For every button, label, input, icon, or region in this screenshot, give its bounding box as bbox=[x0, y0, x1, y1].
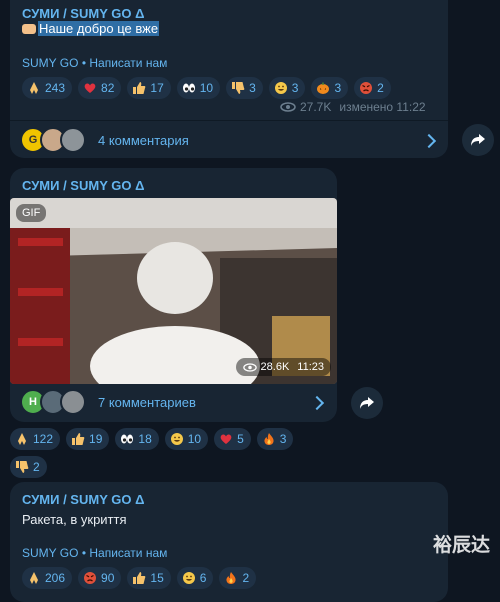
commenter-avatars: H bbox=[20, 389, 86, 415]
pray-icon bbox=[15, 432, 29, 446]
reaction-pill[interactable]: 18 bbox=[115, 428, 159, 450]
commenter-avatars: G bbox=[20, 127, 86, 153]
reaction-pill[interactable]: 19 bbox=[66, 428, 110, 450]
views-text: 27.7K bbox=[300, 100, 332, 114]
thumbs-down-icon bbox=[231, 81, 245, 95]
divider bbox=[10, 120, 448, 121]
reaction-pill[interactable]: 206 bbox=[22, 567, 73, 589]
reaction-count: 10 bbox=[199, 81, 214, 95]
share-arrow-icon bbox=[471, 134, 485, 146]
reaction-count: 17 bbox=[150, 81, 164, 95]
message-text: Наше добро це вже bbox=[22, 21, 160, 36]
gif-player[interactable]: GIF 28.6K 11:23 bbox=[10, 198, 337, 384]
angry-face-icon bbox=[359, 81, 373, 95]
reaction-count: 19 bbox=[89, 432, 103, 446]
heart-icon bbox=[219, 432, 233, 446]
reaction-pill[interactable]: 90 bbox=[78, 567, 122, 589]
edited-text: изменено 11:22 bbox=[339, 100, 426, 114]
reaction-count: 3 bbox=[249, 81, 256, 95]
watermark: 裕辰达 bbox=[432, 534, 490, 556]
reaction-pill[interactable]: 243 bbox=[22, 77, 73, 99]
reaction-pill[interactable]: 2 bbox=[10, 456, 47, 478]
write-to-us-link[interactable]: Написати нам bbox=[89, 546, 167, 560]
reaction-pill[interactable]: 82 bbox=[78, 77, 122, 99]
reaction-pill[interactable]: 2 bbox=[354, 77, 391, 99]
share-arrow-icon bbox=[360, 397, 374, 409]
bullet-separator: • bbox=[81, 546, 87, 560]
footer-channel-link[interactable]: SUMY GO bbox=[22, 56, 78, 70]
reactions-bar: 122 19 18 10 5 3 2 bbox=[10, 428, 330, 478]
reaction-pill[interactable]: 2 bbox=[219, 567, 257, 589]
share-button[interactable] bbox=[462, 124, 494, 156]
avatar bbox=[60, 127, 86, 153]
heart-icon bbox=[83, 81, 97, 95]
reactions-bar: 243 82 17 10 3 3 3 2 bbox=[22, 77, 442, 99]
reaction-count: 5 bbox=[237, 432, 244, 446]
eye-icon bbox=[242, 362, 257, 372]
reaction-pill[interactable]: 3 bbox=[311, 77, 349, 99]
reaction-count: 10 bbox=[187, 432, 202, 446]
message-footer: SUMY GO • Написати нам bbox=[22, 546, 167, 560]
reaction-count: 3 bbox=[334, 81, 342, 95]
grin-icon bbox=[274, 81, 288, 95]
reaction-pill[interactable]: 122 bbox=[10, 428, 61, 450]
eyes-icon bbox=[182, 81, 196, 95]
reaction-count: 3 bbox=[291, 81, 299, 95]
reaction-pill[interactable]: 3 bbox=[226, 77, 263, 99]
gif-badge: GIF bbox=[16, 204, 47, 222]
bullet-separator: • bbox=[81, 56, 87, 70]
reaction-pill[interactable]: 17 bbox=[127, 77, 171, 99]
eyes-icon bbox=[120, 432, 134, 446]
reaction-pill[interactable]: 10 bbox=[176, 77, 221, 99]
fire-icon bbox=[262, 432, 276, 446]
pray-icon bbox=[27, 81, 41, 95]
pumpkin-icon bbox=[316, 81, 330, 95]
writing-hand-icon bbox=[22, 24, 36, 34]
reaction-count: 18 bbox=[138, 432, 152, 446]
message-footer: SUMY GO • Написати нам bbox=[22, 56, 167, 70]
reaction-pill[interactable]: 6 bbox=[176, 567, 214, 589]
reaction-pill[interactable]: 5 bbox=[214, 428, 251, 450]
gif-frame bbox=[10, 198, 337, 384]
reaction-pill[interactable]: 15 bbox=[127, 567, 171, 589]
comments-button[interactable]: G 4 комментария bbox=[20, 127, 440, 153]
write-to-us-link[interactable]: Написати нам bbox=[89, 56, 167, 70]
eye-icon bbox=[280, 102, 296, 112]
share-button[interactable] bbox=[351, 387, 383, 419]
message-text: Ракета, в укриття bbox=[22, 512, 127, 527]
channel-name[interactable]: СУМИ / SUMY GO Δ bbox=[22, 178, 144, 193]
reaction-count: 2 bbox=[377, 81, 384, 95]
avatar bbox=[60, 389, 86, 415]
reaction-pill[interactable]: 3 bbox=[268, 77, 306, 99]
reaction-count: 243 bbox=[45, 81, 66, 95]
thumbs-up-icon bbox=[71, 432, 85, 446]
reaction-pill[interactable]: 3 bbox=[256, 428, 294, 450]
reaction-pill[interactable]: 10 bbox=[164, 428, 209, 450]
channel-name[interactable]: СУМИ / SUMY GO Δ bbox=[22, 492, 144, 507]
comments-button[interactable]: H 7 комментариев bbox=[20, 389, 330, 415]
grin-icon bbox=[170, 432, 184, 446]
comments-count: 4 комментария bbox=[98, 132, 189, 148]
message-text-content: Наше добро це вже bbox=[38, 21, 160, 36]
gif-views: 28.6K bbox=[260, 361, 290, 373]
reaction-count: 2 bbox=[33, 460, 40, 474]
reaction-count: 82 bbox=[101, 81, 115, 95]
reaction-count: 122 bbox=[33, 432, 54, 446]
thumbs-up-icon bbox=[132, 81, 146, 95]
view-count: 27.7K изменено 11:22 bbox=[280, 100, 426, 114]
reaction-count: 3 bbox=[279, 432, 287, 446]
reactions-bar: 206 90 15 6 2 bbox=[22, 567, 442, 589]
gif-meta: 28.6K 11:23 bbox=[235, 358, 331, 376]
footer-channel-link[interactable]: SUMY GO bbox=[22, 546, 78, 560]
gif-time: 11:23 bbox=[297, 361, 324, 373]
comments-count: 7 комментариев bbox=[98, 394, 196, 410]
thumbs-down-icon bbox=[15, 460, 29, 474]
channel-name[interactable]: СУМИ / SUMY GO Δ bbox=[22, 6, 144, 21]
